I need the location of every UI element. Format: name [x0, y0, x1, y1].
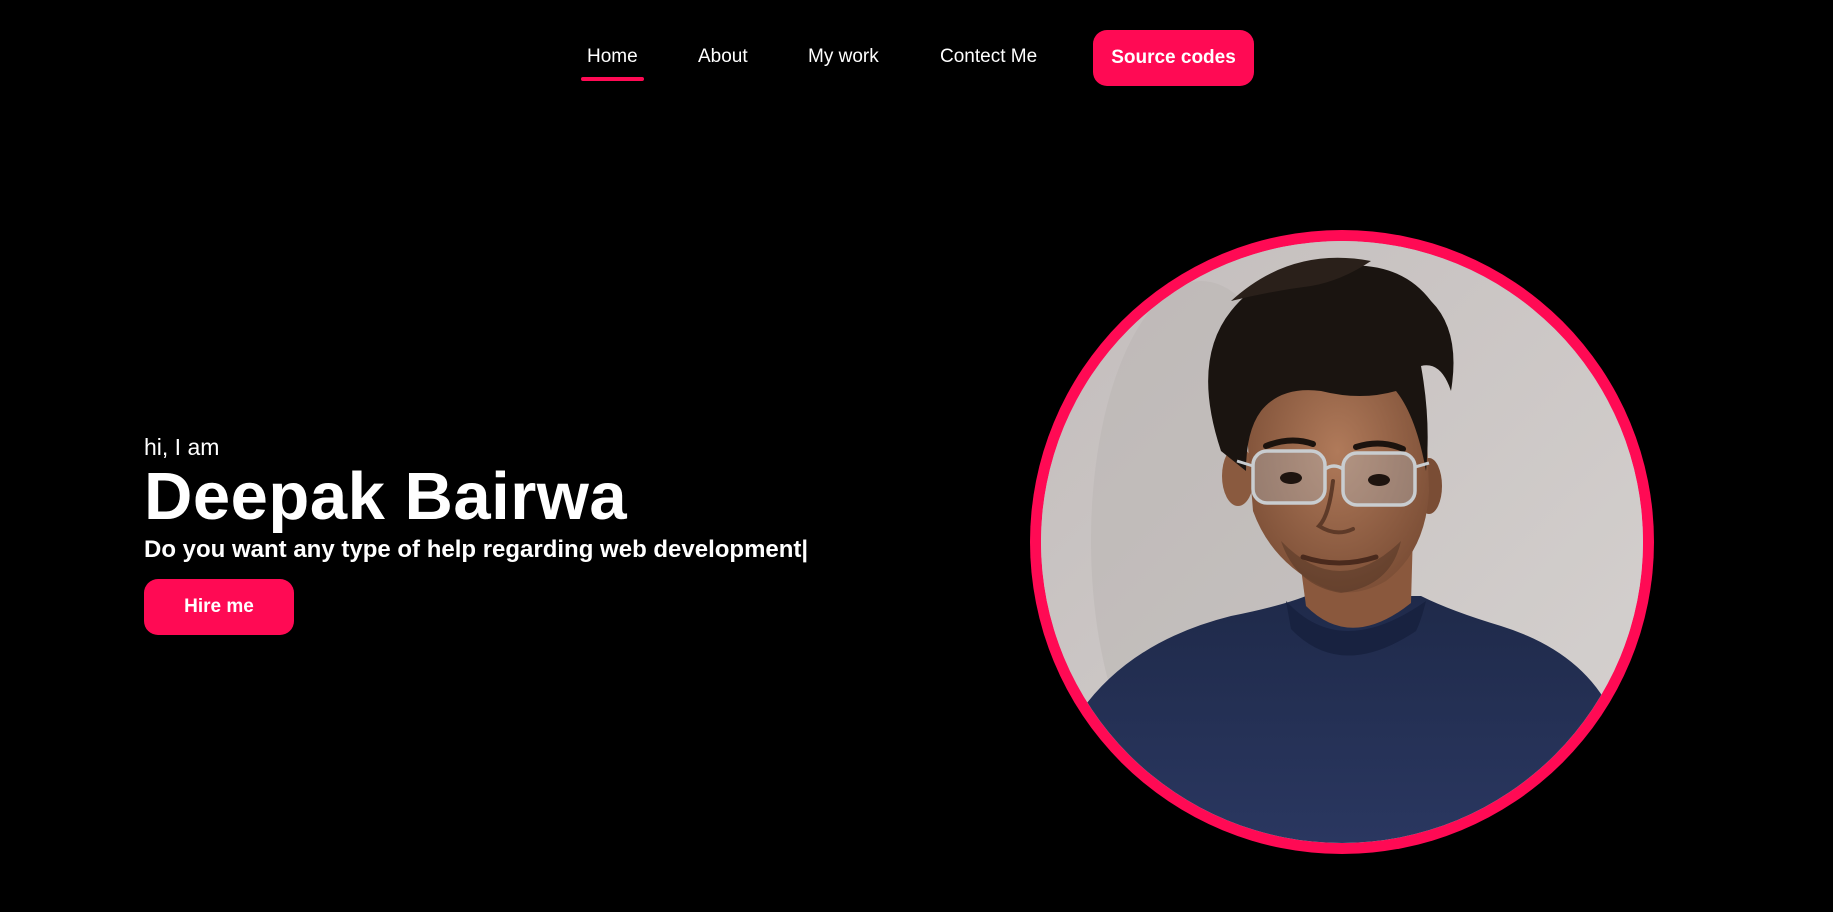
nav-link-about[interactable]: About: [698, 46, 748, 68]
nav-link-home[interactable]: Home: [581, 46, 644, 81]
profile-photo: [1041, 241, 1643, 843]
nav-link-my-work[interactable]: My work: [808, 46, 879, 68]
page: Home About My work Contect Me Source cod…: [0, 0, 1833, 912]
hire-me-button[interactable]: Hire me: [144, 579, 294, 635]
hero-tagline: Do you want any type of help regarding w…: [144, 534, 808, 566]
tagline-text: Do you want any type of help regarding w…: [144, 536, 802, 563]
source-codes-button[interactable]: Source codes: [1093, 30, 1254, 86]
typing-cursor: |: [801, 536, 809, 563]
profile-photo-frame: [1030, 230, 1654, 854]
top-navigation: Home About My work Contect Me Source cod…: [0, 30, 1833, 86]
nav-link-contact[interactable]: Contect Me: [940, 46, 1037, 68]
hero-section: hi, I am Deepak Bairwa Do you want any t…: [144, 430, 808, 635]
hero-name: Deepak Bairwa: [144, 459, 628, 534]
